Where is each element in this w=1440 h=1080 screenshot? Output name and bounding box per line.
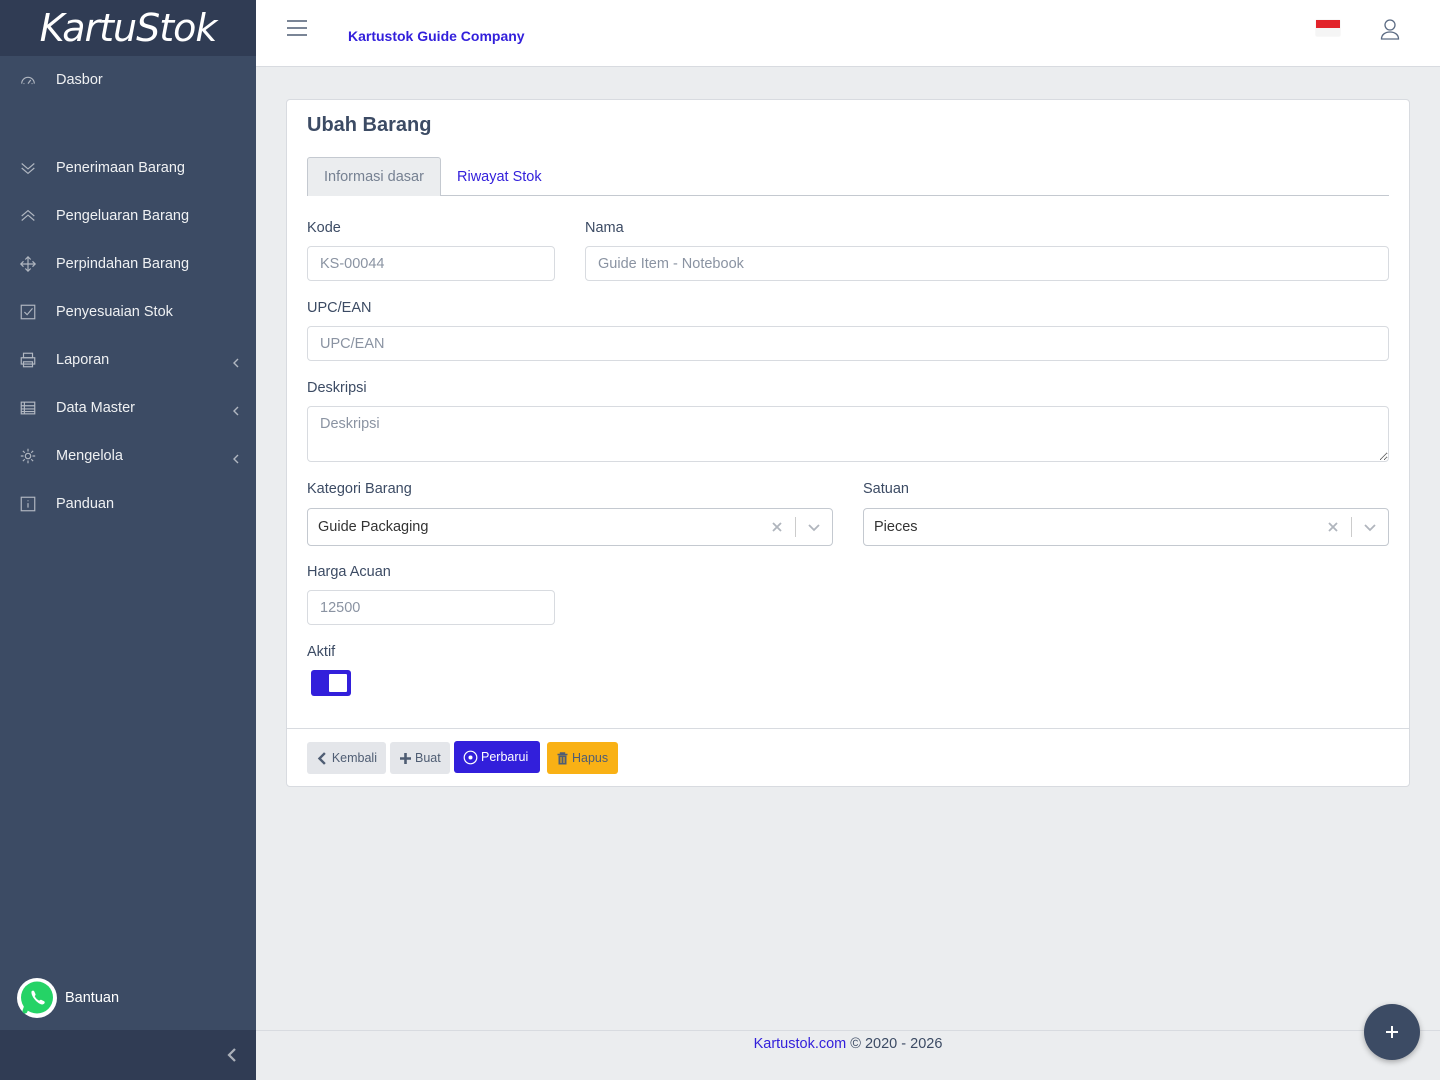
chevron-left-icon: [232, 451, 240, 464]
check-square-icon: [18, 302, 38, 322]
info-icon: [18, 494, 38, 514]
kategori-select[interactable]: Guide Packaging: [307, 508, 833, 546]
language-flag-indonesia[interactable]: [1316, 20, 1340, 36]
sidebar-item-label: Data Master: [56, 400, 135, 416]
list-table-icon: [18, 398, 38, 418]
flag-red-band: [1316, 20, 1340, 28]
brand-name: KartuStok: [39, 6, 218, 50]
chevron-double-down-icon: [18, 158, 38, 178]
speedometer-icon: [18, 70, 38, 90]
chevron-left-icon: [232, 355, 240, 368]
footer-link[interactable]: Kartustok.com: [754, 1036, 847, 1080]
user-icon: [1380, 19, 1400, 40]
satuan-selected-value: Pieces: [874, 519, 918, 535]
satuan-select[interactable]: Pieces: [863, 508, 1389, 546]
sidebar-item-label: Laporan: [56, 352, 110, 368]
upc-input[interactable]: [307, 326, 1389, 361]
clear-icon[interactable]: [769, 519, 785, 535]
satuan-label: Satuan: [863, 481, 909, 497]
help-link[interactable]: Bantuan: [16, 977, 119, 1019]
flag-white-band: [1316, 28, 1340, 36]
sidebar: KartuStok Dasbor Penerimaan Barang Penge…: [0, 0, 256, 1080]
sidebar-item-pengeluaran-barang[interactable]: Pengeluaran Barang: [0, 192, 256, 240]
footer: Kartustok.com © 2020 - 2026: [256, 1030, 1440, 1080]
sidebar-item-mengelola[interactable]: Mengelola: [0, 432, 256, 480]
update-button[interactable]: Perbarui: [454, 741, 540, 773]
sidebar-item-penyesuaian-stok[interactable]: Penyesuaian Stok: [0, 288, 256, 336]
kategori-selected-value: Guide Packaging: [318, 519, 429, 535]
create-button-label: Buat: [415, 751, 441, 765]
select-separator: [1351, 517, 1352, 537]
back-button[interactable]: Kembali: [307, 742, 386, 774]
sidebar-item-panduan[interactable]: Panduan: [0, 480, 256, 528]
kode-label: Kode: [307, 220, 341, 236]
harga-input[interactable]: [307, 590, 555, 625]
footer-copyright: © 2020 - 2026: [850, 1036, 943, 1052]
sidebar-item-label: Dasbor: [56, 72, 103, 88]
sidebar-item-dasbor[interactable]: Dasbor: [0, 56, 256, 104]
chevron-left-icon: [317, 751, 326, 765]
edit-item-card: Ubah Barang Informasi dasar Riwayat Stok…: [286, 99, 1410, 787]
nama-label: Nama: [585, 220, 624, 236]
upc-label: UPC/EAN: [307, 300, 372, 316]
kode-input[interactable]: [307, 246, 555, 281]
plus-icon: [1386, 1026, 1398, 1038]
harga-label: Harga Acuan: [307, 564, 391, 580]
sidebar-minimize-button[interactable]: [0, 1030, 256, 1080]
floating-add-button[interactable]: [1364, 1004, 1420, 1060]
back-button-label: Kembali: [331, 751, 377, 765]
deskripsi-textarea[interactable]: [307, 406, 1389, 462]
sidebar-item-laporan[interactable]: Laporan: [0, 336, 256, 384]
printer-icon: [18, 350, 38, 370]
select-separator: [795, 517, 796, 537]
chevron-down-icon[interactable]: [1362, 519, 1378, 535]
sidebar-item-label: Panduan: [56, 496, 115, 512]
hamburger-icon: [287, 20, 307, 36]
sidebar-item-label: Perpindahan Barang: [56, 256, 190, 272]
menu-toggle-button[interactable]: [286, 18, 308, 38]
move-arrows-icon: [18, 254, 38, 274]
gear-icon: [18, 446, 38, 466]
help-label: Bantuan: [65, 990, 120, 1006]
sidebar-item-penerimaan-barang[interactable]: Penerimaan Barang: [0, 144, 256, 192]
chevron-left-icon: [232, 403, 240, 416]
clear-icon[interactable]: [1325, 519, 1341, 535]
sidebar-item-data-master[interactable]: Data Master: [0, 384, 256, 432]
toggle-knob: [329, 674, 347, 692]
kategori-label: Kategori Barang: [307, 481, 412, 497]
update-button-label: Perbarui: [481, 750, 529, 764]
tab-riwayat-stok[interactable]: Riwayat Stok: [441, 157, 558, 196]
delete-button-label: Hapus: [572, 751, 609, 765]
whatsapp-icon: [17, 978, 57, 1018]
deskripsi-label: Deskripsi: [307, 380, 367, 396]
sidebar-item-label: Pengeluaran Barang: [56, 208, 190, 224]
chevron-left-icon: [227, 1048, 236, 1062]
aktif-label: Aktif: [307, 644, 336, 660]
tab-informasi-dasar[interactable]: Informasi dasar: [307, 157, 441, 196]
sidebar-item-label: Mengelola: [56, 448, 123, 464]
nama-input[interactable]: [585, 246, 1389, 281]
save-circle-icon: [463, 750, 478, 764]
sidebar-item-label: Penerimaan Barang: [56, 160, 185, 176]
page-title: Ubah Barang: [307, 114, 432, 136]
chevron-down-icon[interactable]: [806, 519, 822, 535]
sidebar-item-label: Penyesuaian Stok: [56, 304, 173, 320]
chevron-double-up-icon: [18, 206, 38, 226]
company-name[interactable]: Kartustok Guide Company: [348, 28, 525, 44]
trash-icon: [557, 751, 568, 764]
aktif-toggle[interactable]: [311, 670, 351, 696]
user-menu-button[interactable]: [1380, 18, 1400, 40]
tabs: Informasi dasar Riwayat Stok: [307, 157, 1389, 196]
plus-icon: [400, 752, 411, 764]
header: Kartustok Guide Company: [256, 0, 1440, 67]
brand-logo[interactable]: KartuStok: [0, 0, 256, 56]
sidebar-item-perpindahan-barang[interactable]: Perpindahan Barang: [0, 240, 256, 288]
create-button[interactable]: Buat: [390, 742, 450, 774]
delete-button[interactable]: Hapus: [547, 742, 618, 774]
card-footer: Kembali Buat Perbarui Hapus: [287, 728, 1409, 786]
